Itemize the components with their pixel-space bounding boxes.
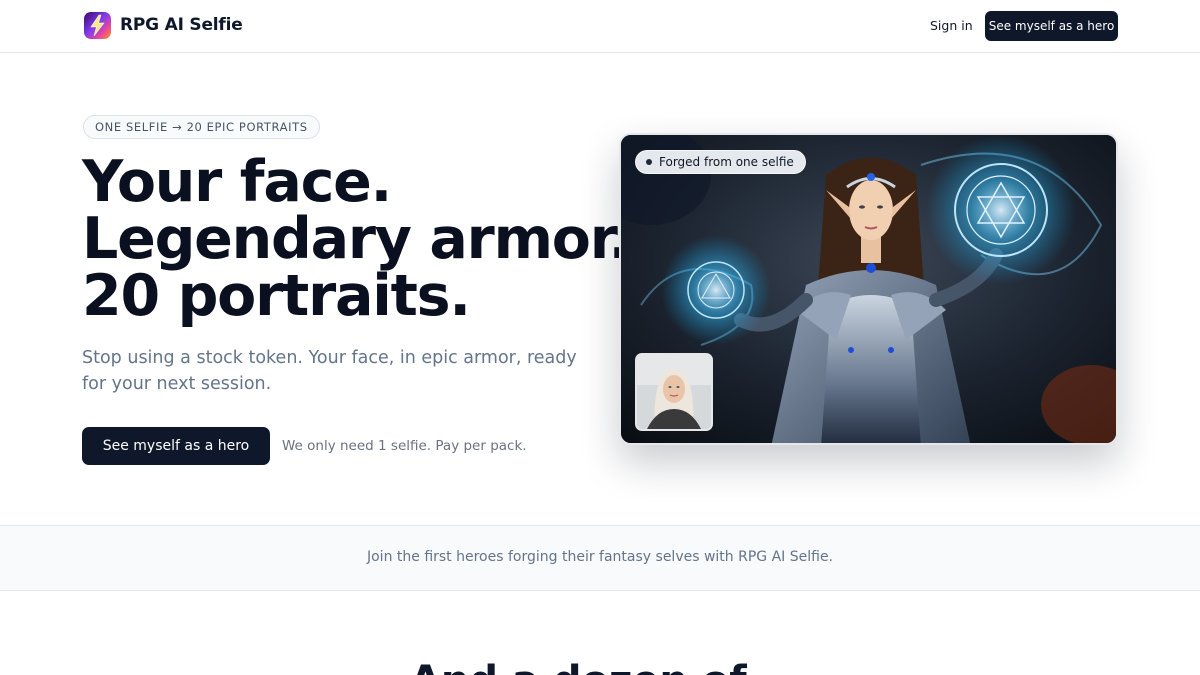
hero-portrait-card: Forged from one selfie bbox=[619, 133, 1118, 445]
logo-icon[interactable] bbox=[84, 12, 111, 39]
cta-note: We only need 1 selfie. Pay per pack. bbox=[282, 438, 527, 454]
social-proof-text: Join the first heroes forging their fant… bbox=[366, 549, 834, 565]
hero-cta-button[interactable]: See myself as a hero bbox=[82, 427, 270, 465]
selfie-photo-image bbox=[637, 355, 711, 429]
dot-icon bbox=[646, 159, 652, 165]
lightning-bolt-icon bbox=[90, 14, 105, 37]
headline-line-3: 20 portraits. bbox=[82, 263, 471, 329]
next-section-heading: And a dozen of... bbox=[0, 658, 1200, 675]
hero-headline: Your face. Legendary armor. 20 portraits… bbox=[82, 149, 630, 329]
hero-subtitle: Stop using a stock token. Your face, in … bbox=[82, 348, 577, 394]
sign-in-link[interactable]: Sign in bbox=[930, 18, 973, 33]
tagline-pill: ONE SELFIE → 20 EPIC PORTRAITS bbox=[83, 115, 320, 139]
site-header: RPG AI Selfie Sign in See myself as a he… bbox=[0, 0, 1200, 53]
badge-label: Forged from one selfie bbox=[659, 155, 794, 169]
headline-line-2: Legendary armor. bbox=[82, 206, 630, 272]
social-proof-strip: Join the first heroes forging their fant… bbox=[0, 525, 1200, 591]
forged-badge: Forged from one selfie bbox=[635, 150, 806, 174]
brand-name[interactable]: RPG AI Selfie bbox=[120, 15, 243, 35]
selfie-thumbnail bbox=[635, 353, 713, 431]
header-cta-button[interactable]: See myself as a hero bbox=[985, 11, 1118, 41]
headline-line-1: Your face. bbox=[82, 149, 392, 215]
